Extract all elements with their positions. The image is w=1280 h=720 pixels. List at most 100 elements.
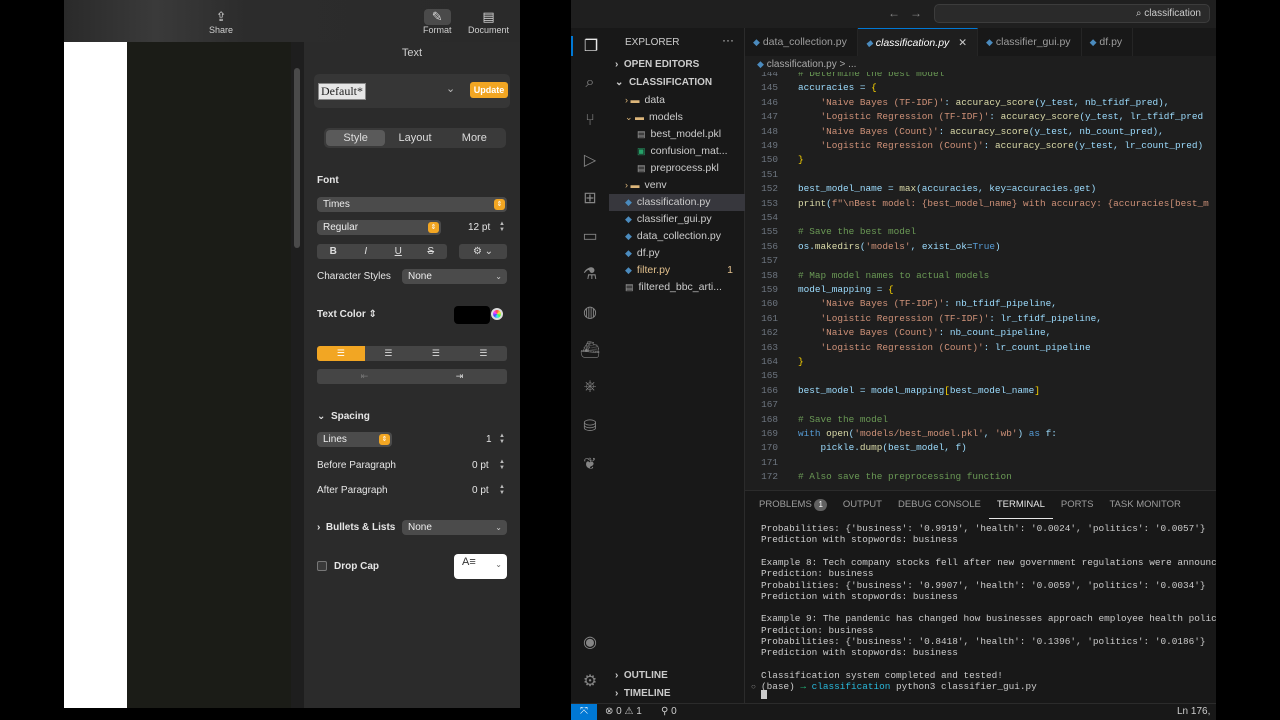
tree-item[interactable]: ▤ filtered_bbc_arti... (609, 279, 745, 296)
search-icon: ⌕ (1135, 8, 1142, 19)
text-options-button[interactable]: ⚙ ⌄ (459, 244, 507, 259)
tree-item[interactable]: ◆ classification.py (609, 194, 745, 211)
outline-section[interactable]: › OUTLINE (615, 670, 668, 681)
tab-task-monitor[interactable]: TASK MONITOR (1101, 491, 1188, 519)
tab-data-collection[interactable]: ◆ data_collection.py (745, 28, 858, 56)
testing-icon[interactable]: ⚗ (571, 264, 609, 284)
after-paragraph-stepper[interactable]: ▲ ▼ (498, 484, 506, 496)
forward-arrow-icon[interactable]: → (910, 6, 922, 20)
tree-item[interactable]: ◆ df.py (609, 245, 745, 262)
update-style-button[interactable]: Update (470, 82, 508, 98)
code-line: 150} (745, 153, 804, 167)
terminal[interactable]: Probabilities: {'business': '0.9919', 'h… (745, 523, 1216, 703)
bullets-select[interactable]: None ⌄ (402, 520, 507, 535)
back-arrow-icon[interactable]: ← (888, 6, 900, 20)
canvas-scrollbar[interactable] (294, 68, 300, 248)
remote-explorer-icon[interactable]: ▭ (571, 226, 609, 246)
tab-terminal[interactable]: TERMINAL (988, 491, 1053, 519)
database-icon[interactable]: ⛁ (571, 416, 609, 436)
code-line: 172 # Also save the preprocessing functio… (745, 470, 1012, 484)
tab-ports[interactable]: PORTS (1053, 491, 1102, 519)
tab-more[interactable]: More (445, 130, 504, 146)
tab-style[interactable]: Style (326, 130, 386, 146)
tab-output[interactable]: OUTPUT (835, 491, 890, 519)
problems-status[interactable]: ⊗ 0 ⚠ 1 (605, 706, 642, 717)
tab-classifier-gui[interactable]: ◆ classifier_gui.py (978, 28, 1082, 56)
tree-item[interactable]: ◆ filter.py 1 (609, 262, 745, 279)
ports-status[interactable]: ⚲ 0 (661, 706, 677, 717)
extensions-icon[interactable]: ⊞ (571, 188, 609, 208)
mongodb-leaf-icon[interactable]: ❦ (571, 454, 609, 474)
color-wheel-icon[interactable] (491, 308, 503, 320)
italic-button[interactable]: I (350, 244, 383, 259)
tab-problems[interactable]: PROBLEMS 1 (751, 491, 835, 519)
account-icon[interactable]: ◉ (571, 632, 609, 652)
before-paragraph-value[interactable]: 0 pt (472, 460, 489, 471)
align-center-icon[interactable]: ☰ (365, 346, 413, 361)
kubernetes-icon[interactable]: ⎈ (571, 378, 609, 396)
search-icon[interactable]: ⌕ (571, 74, 609, 92)
command-center-search[interactable]: ⌕ classification (934, 4, 1210, 23)
tree-item[interactable]: › ▬ data (609, 92, 745, 109)
spacing-section[interactable]: ⌄ Spacing (317, 411, 370, 422)
text-color-swatch[interactable] (454, 306, 490, 324)
tab-classification[interactable]: ◆ classification.py ✕ (857, 28, 979, 56)
font-size-stepper[interactable]: ▲ ▼ (498, 221, 506, 233)
document-button[interactable]: ▤ Document (468, 9, 509, 35)
font-family-select[interactable]: Times ⇕ (317, 197, 507, 212)
drop-cap-style-button[interactable]: A≡ ⌄ (454, 554, 507, 579)
drop-cap-checkbox[interactable] (317, 561, 327, 571)
font-size-value[interactable]: 12 pt (468, 222, 490, 233)
tab-layout[interactable]: Layout (385, 130, 444, 146)
after-paragraph-value[interactable]: 0 pt (472, 485, 489, 496)
timeline-section[interactable]: › TIMELINE (615, 688, 671, 699)
bullets-section[interactable]: › Bullets & Lists (317, 522, 395, 533)
breadcrumb[interactable]: ◆ classification.py > ... (745, 56, 1216, 72)
share-button[interactable]: ⇪ Share (209, 9, 233, 35)
strikethrough-button[interactable]: S (415, 244, 448, 259)
remote-indicator-icon[interactable]: ⤧ (571, 704, 597, 720)
terminal-line: Example 9: The pandemic has changed how … (761, 613, 1216, 625)
before-paragraph-stepper[interactable]: ▲ ▼ (498, 459, 506, 471)
explorer-icon[interactable]: ❐ (571, 36, 609, 56)
paragraph-style-picker[interactable]: Default* ⌄ Update (314, 74, 510, 108)
terminal-line: Probabilities: {'business': '0.9919', 'h… (761, 523, 1206, 534)
tree-item[interactable]: ▣ confusion_mat... (609, 143, 745, 160)
close-icon[interactable]: ✕ (958, 37, 967, 49)
align-left-icon[interactable]: ☰ (317, 346, 365, 361)
document-canvas[interactable] (127, 42, 291, 708)
char-styles-select[interactable]: None ⌄ (402, 269, 507, 284)
tree-item[interactable]: ◆ data_collection.py (609, 228, 745, 245)
spacing-value[interactable]: 1 (486, 434, 492, 445)
python-icon[interactable]: ◍ (571, 302, 609, 322)
underline-button[interactable]: U (382, 244, 415, 259)
format-button[interactable]: ✎ Format (423, 9, 452, 35)
source-control-icon[interactable]: ⑂ (571, 112, 609, 130)
settings-gear-icon[interactable]: ⚙ (571, 671, 609, 691)
tree-item[interactable]: ▤ best_model.pkl (609, 126, 745, 143)
tree-item[interactable]: ◆ classifier_gui.py (609, 211, 745, 228)
cursor-position[interactable]: Ln 176, (1177, 706, 1210, 717)
spacing-mode-select[interactable]: Lines ⇕ (317, 432, 392, 447)
tab-debug-console[interactable]: DEBUG CONSOLE (890, 491, 989, 519)
run-debug-icon[interactable]: ▷ (571, 150, 609, 170)
bold-button[interactable]: B (317, 244, 350, 259)
increase-indent-icon[interactable]: ⇥ (412, 369, 507, 384)
project-section[interactable]: ⌄ CLASSIFICATION (615, 77, 712, 88)
code-editor[interactable]: 144 # Determine the best model 145 accuraci… (745, 72, 1216, 490)
decrease-indent-icon[interactable]: ⇤ (317, 369, 412, 384)
spacing-stepper[interactable]: ▲ ▼ (498, 433, 506, 445)
tree-item[interactable]: ⌄ ▬ models (609, 109, 745, 126)
text-color-label[interactable]: Text Color ⇕ (317, 309, 377, 320)
more-actions-icon[interactable]: ··· (722, 33, 734, 47)
docker-icon[interactable]: ⛴ (571, 340, 609, 360)
document-page[interactable] (64, 42, 127, 708)
align-justify-icon[interactable]: ☰ (460, 346, 508, 361)
align-right-icon[interactable]: ☰ (412, 346, 460, 361)
tree-item[interactable]: ▤ preprocess.pkl (609, 160, 745, 177)
open-editors-section[interactable]: › OPEN EDITORS (615, 59, 699, 70)
tree-item[interactable]: › ▬ venv (609, 177, 745, 194)
tree-item-label: models (649, 111, 683, 123)
tab-df[interactable]: ◆ df.py (1082, 28, 1134, 56)
font-style-select[interactable]: Regular ⇕ (317, 220, 441, 235)
